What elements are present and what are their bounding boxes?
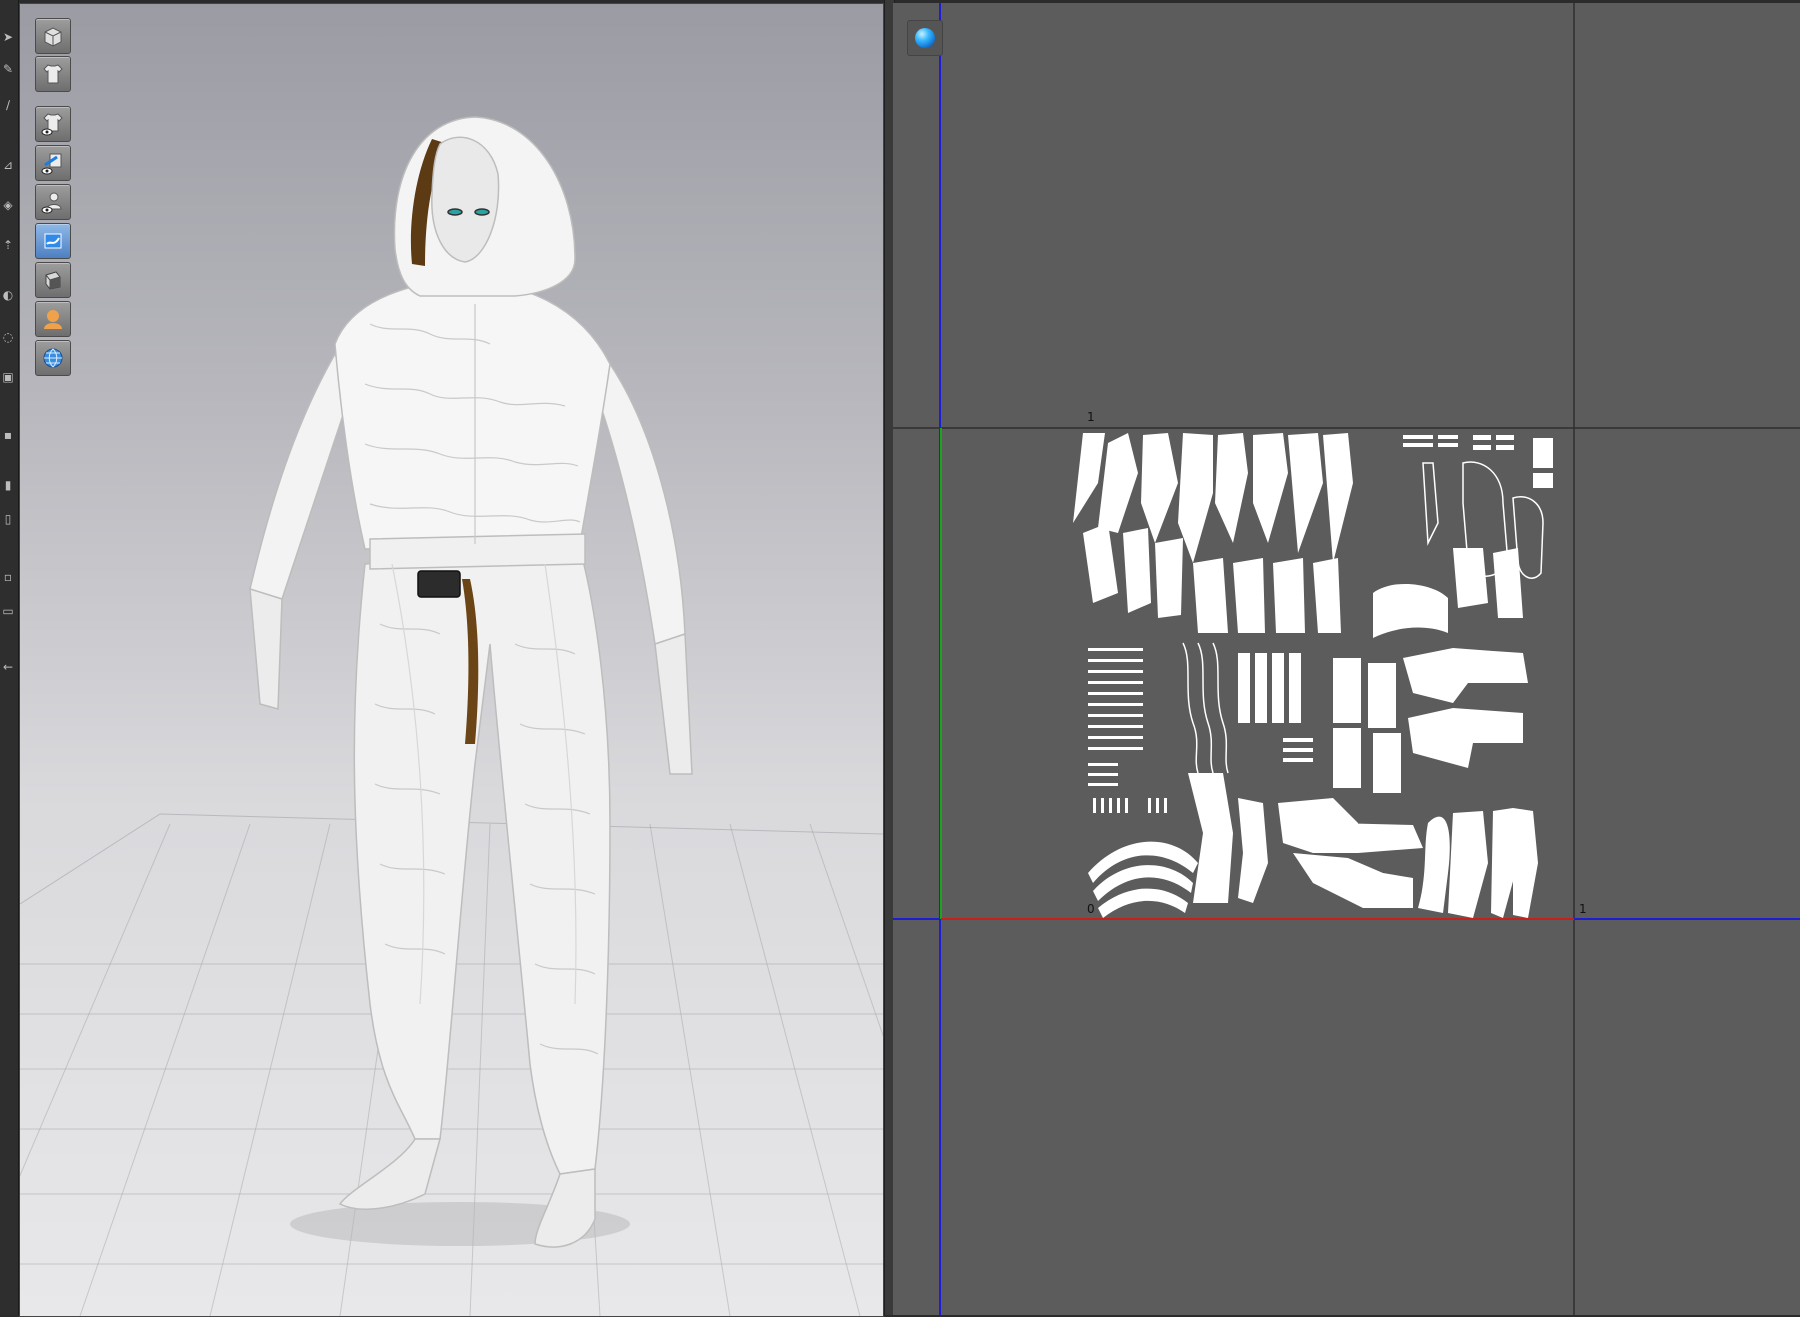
left-toolbar: ➤ ✎ ∕ ⊿ ◈ ⇡ ◐ ◌ ▣ ▪ ▮ ▯ ▫ ▭ ← <box>0 0 19 1315</box>
brush-tool-icon[interactable]: ∕ <box>1 98 15 112</box>
shading-icon <box>45 271 61 290</box>
shirt-eye-icon <box>41 113 63 136</box>
pin-tool-icon[interactable]: ⊿ <box>1 158 15 172</box>
texture-button[interactable] <box>35 223 71 259</box>
avatar-scene <box>20 116 883 1316</box>
uv-label-origin: 0 <box>1087 902 1095 916</box>
skin-button[interactable] <box>35 301 71 337</box>
show-avatar-button[interactable] <box>35 184 71 220</box>
pen-tool-icon[interactable]: ✎ <box>1 62 15 76</box>
cube-icon <box>44 27 62 47</box>
sphere-icon <box>915 28 935 48</box>
back-arrow-icon[interactable]: ← <box>1 660 15 674</box>
lasso-tool-icon[interactable]: ◌ <box>1 330 15 344</box>
show-pins-button[interactable] <box>35 145 71 181</box>
globe-icon <box>43 348 63 368</box>
uv-canvas <box>893 3 1800 1315</box>
uv-label-v-top: 1 <box>1087 410 1095 424</box>
arrow-tool-icon[interactable]: ⇡ <box>1 238 15 252</box>
uv-label-u-right: 1 <box>1579 902 1587 916</box>
bar-tool-icon[interactable]: ▮ <box>1 478 15 492</box>
layers-tool-icon[interactable]: ▣ <box>1 370 15 384</box>
skin-avatar-icon <box>44 310 62 329</box>
globe-button[interactable] <box>35 340 71 376</box>
material-preview-button[interactable] <box>907 20 943 56</box>
garment-view-button[interactable] <box>35 56 71 92</box>
small-square-tool-icon[interactable]: ▫ <box>1 570 15 584</box>
avatar-eye-icon <box>41 192 62 214</box>
shirt-icon <box>43 64 63 84</box>
avatar-view-button[interactable] <box>35 18 71 54</box>
texture-icon <box>44 233 62 249</box>
bucket-tool-icon[interactable]: ◈ <box>1 198 15 212</box>
uv-editor[interactable]: 1 0 1 <box>893 3 1800 1315</box>
square-tool-icon[interactable]: ▪ <box>1 428 15 442</box>
panel-tool-icon[interactable]: ▭ <box>1 604 15 618</box>
pin-eye-icon <box>41 153 62 175</box>
avatar-figure <box>249 116 693 1248</box>
tall-bar-tool-icon[interactable]: ▯ <box>1 512 15 526</box>
3d-viewport[interactable] <box>19 3 884 1317</box>
pointer-tool-icon[interactable]: ➤ <box>1 30 15 44</box>
shading-button[interactable] <box>35 262 71 298</box>
show-garment-button[interactable] <box>35 106 71 142</box>
rotate-tool-icon[interactable]: ◐ <box>1 288 15 302</box>
uv-pieces <box>1073 433 1553 918</box>
